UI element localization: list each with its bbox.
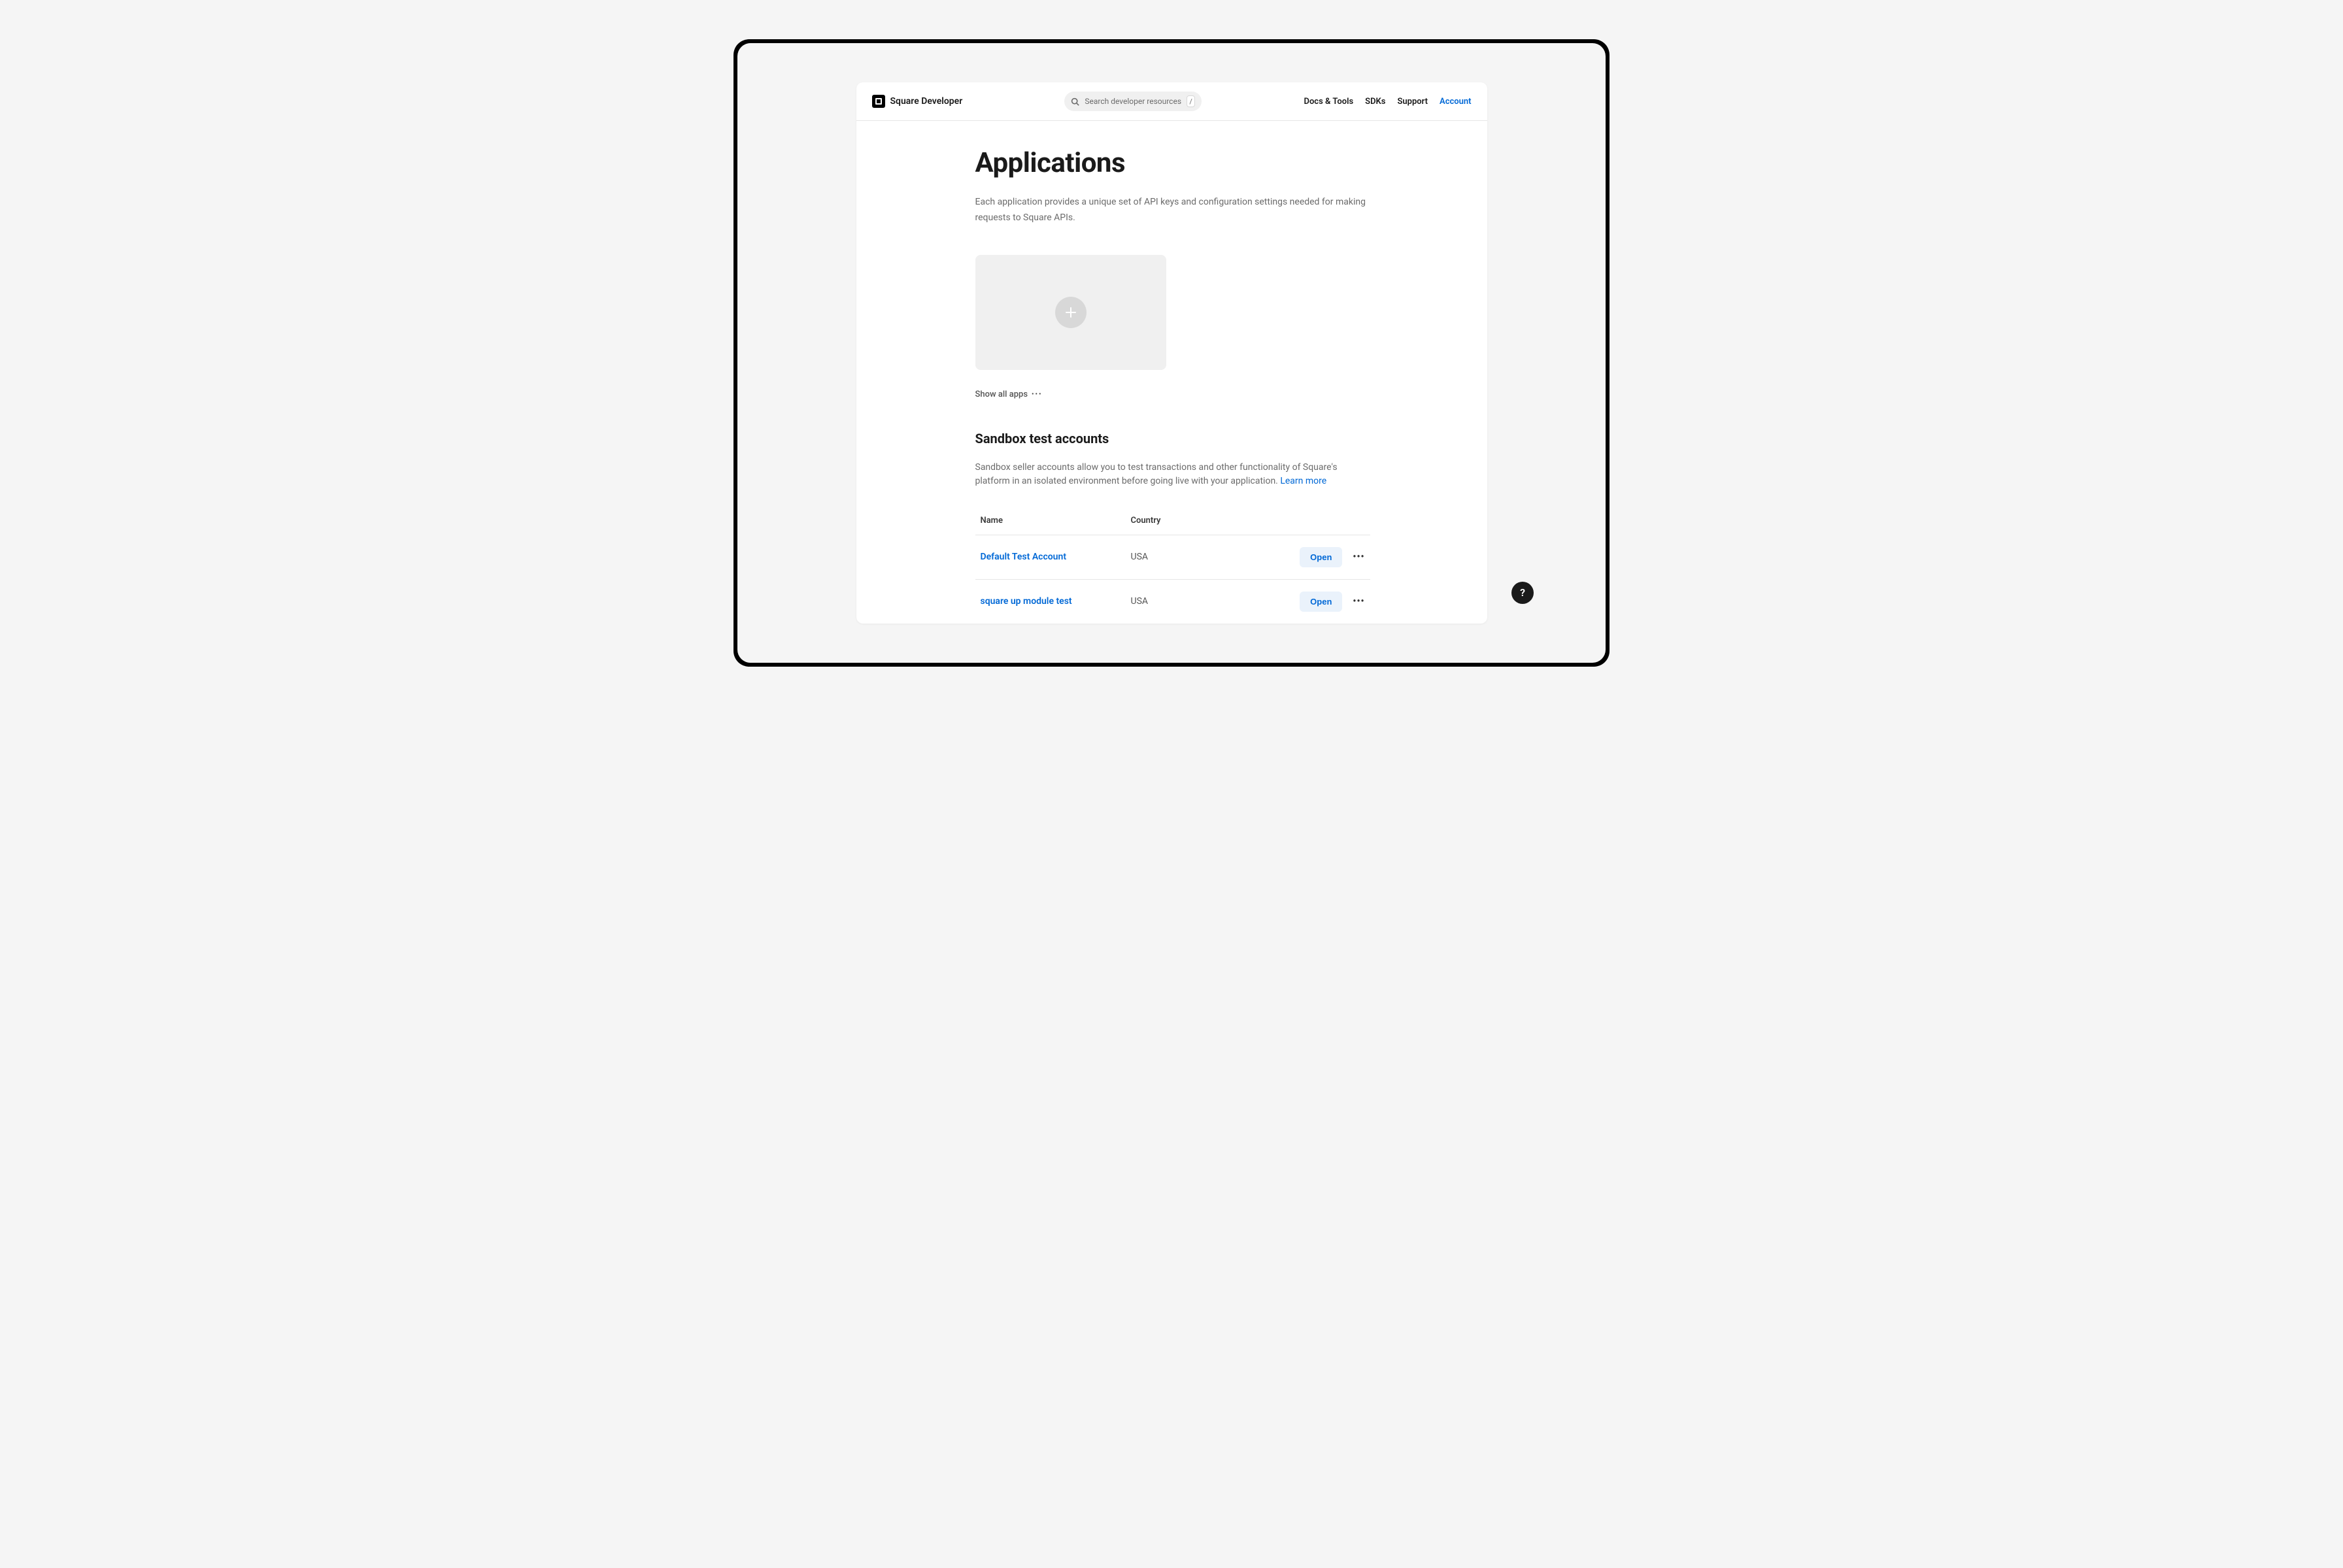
learn-more-link[interactable]: Learn more [1280,476,1326,486]
nav-docs-tools[interactable]: Docs & Tools [1304,97,1353,107]
nav-links: Docs & Tools SDKs Support Account [1304,97,1471,107]
add-circle [1055,297,1087,328]
help-button[interactable]: ? [1511,582,1534,604]
header: Square Developer Search developer resour… [856,82,1487,121]
page-description: Each application provides a unique set o… [975,195,1370,226]
column-header-country: Country [1131,516,1280,525]
square-logo-icon [872,95,885,108]
page-title: Applications [975,147,1370,179]
open-button[interactable]: Open [1300,547,1342,567]
search-shortcut-key: / [1187,95,1195,107]
ellipsis-icon: ••• [1353,552,1364,562]
logo[interactable]: Square Developer [872,95,963,108]
nav-support[interactable]: Support [1397,97,1428,107]
table-row: Default Test Account USA Open ••• [975,535,1370,580]
sandbox-accounts-table: Name Country Default Test Account USA Op… [975,507,1370,624]
table-row: square up module test USA Open ••• [975,580,1370,624]
search-placeholder: Search developer resources [1085,97,1181,106]
account-name-link[interactable]: Default Test Account [981,552,1131,562]
sandbox-section-title: Sandbox test accounts [975,431,1370,446]
ellipsis-icon: ••• [1353,596,1364,607]
question-icon: ? [1520,586,1525,599]
account-country: USA [1131,596,1280,607]
open-button[interactable]: Open [1300,592,1342,612]
more-actions-button[interactable]: ••• [1353,596,1364,607]
table-header: Name Country [975,507,1370,535]
column-header-name: Name [981,516,1131,525]
account-country: USA [1131,552,1280,562]
ellipsis-icon: ••• [1032,391,1043,398]
search-input[interactable]: Search developer resources / [1064,92,1202,111]
add-application-card[interactable] [975,255,1166,370]
sandbox-section-description: Sandbox seller accounts allow you to tes… [975,461,1370,488]
show-all-apps-button[interactable]: Show all apps ••• [975,390,1370,399]
logo-text: Square Developer [890,96,963,107]
plus-icon [1064,306,1077,319]
account-name-link[interactable]: square up module test [981,596,1131,607]
app-window: Square Developer Search developer resour… [856,82,1487,624]
show-all-label: Show all apps [975,390,1028,399]
nav-sdks[interactable]: SDKs [1365,97,1385,107]
search-icon [1071,97,1079,106]
nav-account[interactable]: Account [1440,97,1471,107]
more-actions-button[interactable]: ••• [1353,552,1364,562]
